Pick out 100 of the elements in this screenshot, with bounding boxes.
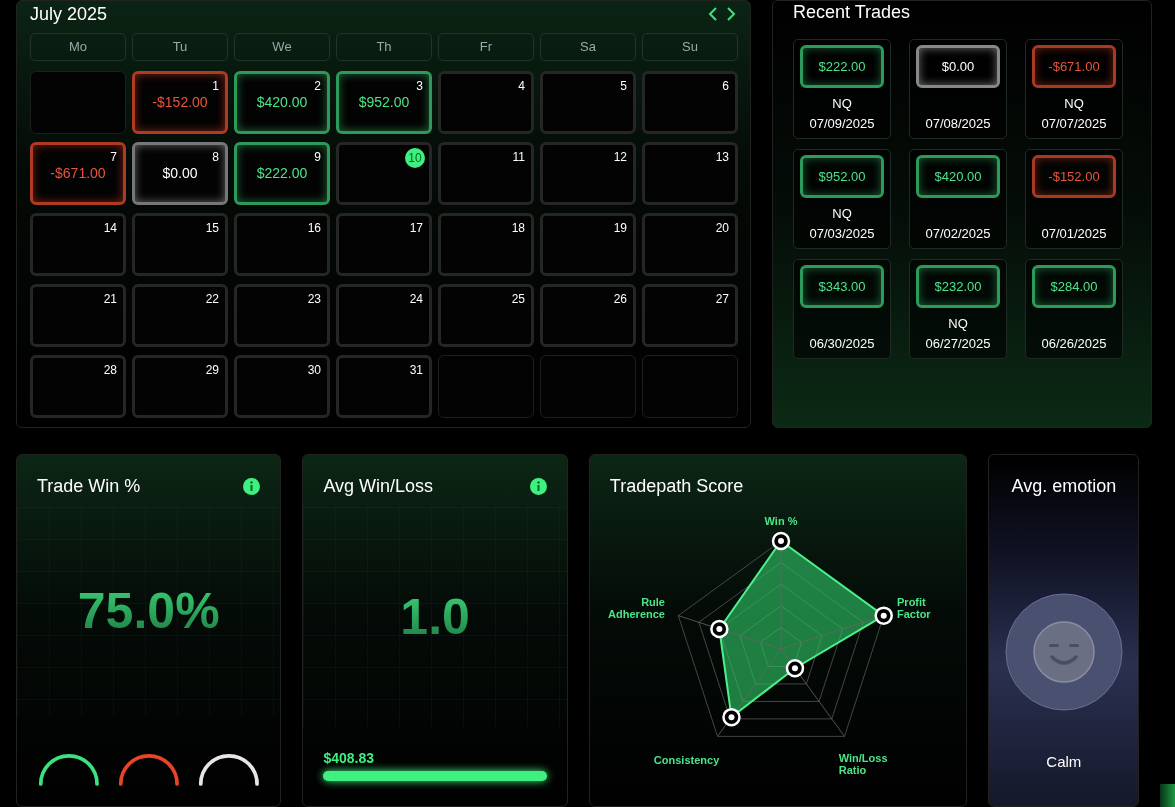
trade-tile[interactable]: $0.00 07/08/2025 [909,39,1007,139]
info-icon[interactable] [529,477,547,495]
day-number: 6 [722,79,729,93]
day-number: 4 [518,79,525,93]
card-title: Avg. emotion [1011,475,1117,497]
score-point[interactable] [722,707,741,727]
trade-tile[interactable]: -$671.00 NQ 07/07/2025 [1025,39,1123,139]
smiley-icon [1004,593,1123,711]
trade-tile[interactable]: $952.00 NQ 07/03/2025 [793,149,891,249]
calendar-day[interactable]: 27 [642,284,738,347]
amount-label: $408.83 [323,749,375,767]
day-number: 7 [110,150,117,164]
card-edge [1160,784,1175,807]
day-number: 24 [409,292,423,306]
weekday-header: Fr [438,33,534,61]
day-number: 8 [212,150,219,164]
day-number: 10 [405,148,425,168]
calendar-day[interactable]: 1 -$152.00 [132,71,228,134]
calendar-day[interactable]: 17 [336,213,432,276]
day-number: 13 [715,150,729,164]
trade-tile[interactable]: -$152.00 07/01/2025 [1025,149,1123,249]
trade-date: 07/08/2025 [925,115,991,133]
calendar-day[interactable]: 24 [336,284,432,347]
day-number: 26 [613,292,627,306]
calendar-day[interactable]: 11 [438,142,534,205]
trade-symbol: NQ [832,96,852,112]
trade-symbol: NQ [1064,96,1084,112]
trade-tile[interactable]: $420.00 07/02/2025 [909,149,1007,249]
score-point[interactable] [709,619,729,639]
trade-date: 07/03/2025 [809,225,875,243]
day-number: 29 [205,363,219,377]
calendar-day[interactable]: 19 [540,213,636,276]
day-number: 16 [307,221,321,235]
calendar-day[interactable]: 26 [540,284,636,347]
trade-tile[interactable]: $232.00 NQ 06/27/2025 [909,259,1007,359]
day-number: 11 [512,150,525,164]
day-number: 27 [715,292,729,306]
score-point[interactable] [874,606,893,625]
calendar-day[interactable]: 2 $420.00 [234,71,330,134]
calendar-day[interactable]: 3 $952.00 [336,71,432,134]
trade-tile[interactable]: $284.00 06/26/2025 [1025,259,1123,359]
trade-date: 07/01/2025 [1041,225,1107,243]
calendar-day[interactable]: 5 [540,71,636,134]
trade-amount: $222.00 [800,45,884,88]
axis-label: Win % [764,515,798,527]
previous-month-button[interactable] [706,7,720,21]
trade-tile[interactable]: $343.00 06/30/2025 [793,259,891,359]
calendar-day[interactable]: 16 [234,213,330,276]
calendar-day[interactable]: 8 $0.00 [132,142,228,205]
axis-label: Rule Adherence [607,596,665,621]
calendar-day[interactable]: 4 [438,71,534,134]
calendar-title: July 2025 [30,3,108,25]
weekday-header: Su [642,33,738,61]
trade-amount: $232.00 [916,265,1000,308]
day-number: 14 [103,221,117,235]
calendar-day[interactable]: 23 [234,284,330,347]
calendar-day[interactable]: 21 [30,284,126,347]
trade-symbol: NQ [832,206,852,222]
day-number: 30 [307,363,321,377]
day-number: 2 [314,79,321,93]
score-point[interactable] [771,531,791,551]
day-number: 18 [511,221,525,235]
weekday-header: Sa [540,33,636,61]
calendar-day[interactable]: 12 [540,142,636,205]
calendar-day[interactable]: 10 [336,142,432,205]
calendar-day[interactable]: 13 [642,142,738,205]
trade-amount: $952.00 [800,155,884,198]
weekday-header: We [234,33,330,61]
score-point[interactable] [785,658,805,678]
calendar-day[interactable]: 18 [438,213,534,276]
trade-amount: -$671.00 [1032,45,1116,88]
day-number: 1 [212,79,219,93]
emotion-label: Calm [1046,752,1082,772]
next-month-button[interactable] [724,7,738,21]
calendar-day[interactable]: 30 [234,355,330,418]
calendar-day[interactable]: 7 -$671.00 [30,142,126,205]
day-number: 17 [409,221,423,235]
axis-label: Win/Loss Ratio [838,751,888,776]
trade-amount: $284.00 [1032,265,1116,308]
calendar-day[interactable]: 15 [132,213,228,276]
card-title: Trade Win % [37,475,141,497]
day-pnl: $952.00 [358,93,410,112]
calendar-day[interactable]: 22 [132,284,228,347]
calendar-day[interactable]: 28 [30,355,126,418]
calendar-day[interactable]: 14 [30,213,126,276]
calendar-day[interactable]: 20 [642,213,738,276]
calendar-day[interactable]: 9 $222.00 [234,142,330,205]
day-number: 28 [103,363,117,377]
day-number: 3 [416,79,423,93]
day-pnl: $420.00 [256,93,308,112]
calendar-day[interactable]: 6 [642,71,738,134]
trade-tile[interactable]: $222.00 NQ 07/09/2025 [793,39,891,139]
calendar-day[interactable]: 31 [336,355,432,418]
trade-date: 07/07/2025 [1041,115,1107,133]
calendar-day[interactable]: 25 [438,284,534,347]
day-number: 23 [307,292,321,306]
card-title: Avg Win/Loss [323,475,434,497]
info-icon[interactable] [243,477,261,495]
calendar-day[interactable]: 29 [132,355,228,418]
trade-amount: $0.00 [916,45,1000,88]
